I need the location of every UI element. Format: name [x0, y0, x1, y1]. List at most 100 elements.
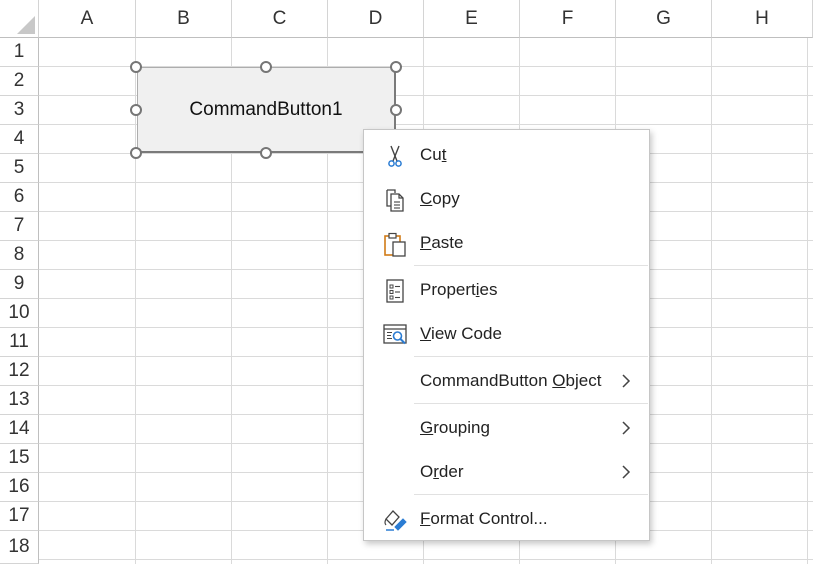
row-header-3[interactable]: 3	[0, 96, 39, 125]
row-header-2[interactable]: 2	[0, 67, 39, 96]
resize-handle-top-left[interactable]	[130, 61, 142, 73]
row-label: 9	[13, 273, 25, 294]
row-label: 12	[8, 360, 30, 381]
menu-item-label: View Code	[420, 324, 502, 344]
label-text: iew Code	[431, 324, 502, 343]
menu-item-label: Copy	[420, 189, 460, 209]
row-label: 16	[8, 476, 30, 497]
paste-icon	[384, 232, 406, 257]
menu-item-label: Grouping	[420, 418, 490, 438]
label-text: O	[420, 462, 434, 481]
accelerator-key: V	[420, 324, 432, 343]
accelerator-key: G	[420, 418, 434, 437]
label-text: es	[479, 280, 498, 299]
column-label: G	[656, 7, 671, 29]
command-button-control[interactable]: CommandButton1	[137, 67, 396, 153]
menu-item-label: Order	[420, 462, 463, 482]
chevron-right-icon	[622, 374, 631, 388]
copy-icon	[386, 189, 404, 212]
row-header-12[interactable]: 12	[0, 357, 39, 386]
menu-item-order[interactable]: Order	[364, 452, 649, 492]
gridline	[711, 38, 712, 564]
select-all-corner[interactable]	[0, 0, 39, 38]
menu-item-format-control[interactable]: Format Control...	[364, 499, 649, 539]
row-header-18[interactable]: 18	[0, 531, 39, 564]
column-header-b[interactable]: B	[136, 0, 232, 38]
menu-item-label: CommandButton Object	[420, 371, 601, 391]
menu-item-cut[interactable]: Cut	[364, 135, 649, 175]
row-header-13[interactable]: 13	[0, 386, 39, 415]
resize-handle-left[interactable]	[130, 104, 142, 116]
column-header-e[interactable]: E	[424, 0, 520, 38]
gridline	[135, 38, 136, 564]
row-label: 3	[13, 99, 25, 120]
column-header-d[interactable]: D	[328, 0, 424, 38]
row-header-6[interactable]: 6	[0, 183, 39, 212]
column-label: C	[272, 7, 287, 29]
column-label: A	[80, 7, 94, 29]
chevron-right-icon	[622, 421, 631, 435]
row-header-15[interactable]: 15	[0, 444, 39, 473]
menu-separator	[414, 403, 648, 404]
menu-item-grouping[interactable]: Grouping	[364, 408, 649, 448]
menu-item-properties[interactable]: Properties	[364, 270, 649, 310]
column-header-h[interactable]: H	[712, 0, 813, 38]
select-all-triangle-icon	[17, 16, 35, 34]
row-label: 17	[8, 505, 30, 526]
row-header-14[interactable]: 14	[0, 415, 39, 444]
row-header-8[interactable]: 8	[0, 241, 39, 270]
menu-separator	[414, 494, 648, 495]
menu-item-copy[interactable]: Copy	[364, 179, 649, 219]
column-header-a[interactable]: A	[39, 0, 136, 38]
menu-item-paste[interactable]: Paste	[364, 223, 649, 263]
gridline	[39, 559, 813, 560]
row-label: 2	[13, 70, 25, 91]
resize-handle-right[interactable]	[390, 104, 402, 116]
row-label: 14	[8, 418, 30, 439]
menu-item-commandbutton-object[interactable]: CommandButton Object	[364, 361, 649, 401]
row-header-4[interactable]: 4	[0, 125, 39, 154]
label-text: rouping	[433, 418, 490, 437]
row-header-9[interactable]: 9	[0, 270, 39, 299]
accelerator-key: F	[420, 509, 431, 528]
row-header-16[interactable]: 16	[0, 473, 39, 502]
row-label: 15	[8, 447, 30, 468]
view-code-icon	[383, 324, 407, 345]
accelerator-key: P	[420, 233, 432, 252]
scissors-icon	[388, 145, 402, 167]
gridline	[807, 38, 808, 564]
resize-handle-bottom-left[interactable]	[130, 147, 142, 159]
menu-item-label: Properties	[420, 280, 498, 300]
accelerator-key: C	[420, 189, 433, 208]
resize-handle-top[interactable]	[260, 61, 272, 73]
row-label: 4	[13, 128, 25, 149]
column-label: D	[368, 7, 383, 29]
context-menu: Cut Copy Paste Properties View Code Comm…	[363, 129, 650, 541]
format-control-icon	[384, 510, 407, 531]
column-header-g[interactable]: G	[616, 0, 712, 38]
row-header-1[interactable]: 1	[0, 38, 39, 67]
row-header-17[interactable]: 17	[0, 502, 39, 531]
row-label: 1	[13, 41, 25, 62]
label-text: der	[438, 462, 464, 481]
resize-handle-bottom[interactable]	[260, 147, 272, 159]
label-text: aste	[431, 233, 464, 252]
row-header-5[interactable]: 5	[0, 154, 39, 183]
label-text: ormat Control...	[430, 509, 548, 528]
row-header-7[interactable]: 7	[0, 212, 39, 241]
column-label: E	[465, 7, 478, 29]
menu-item-label: Format Control...	[420, 509, 548, 529]
menu-item-label: Cut	[420, 145, 446, 165]
row-label: 13	[8, 389, 30, 410]
column-header-f[interactable]: F	[520, 0, 616, 38]
column-label: F	[561, 7, 574, 29]
menu-item-label: Paste	[420, 233, 463, 253]
row-header-10[interactable]: 10	[0, 299, 39, 328]
resize-handle-top-right[interactable]	[390, 61, 402, 73]
column-header-c[interactable]: C	[232, 0, 328, 38]
column-label: B	[177, 7, 190, 29]
menu-item-view-code[interactable]: View Code	[364, 314, 649, 354]
chevron-right-icon	[622, 465, 631, 479]
row-label: 10	[8, 302, 30, 323]
row-header-11[interactable]: 11	[0, 328, 39, 357]
